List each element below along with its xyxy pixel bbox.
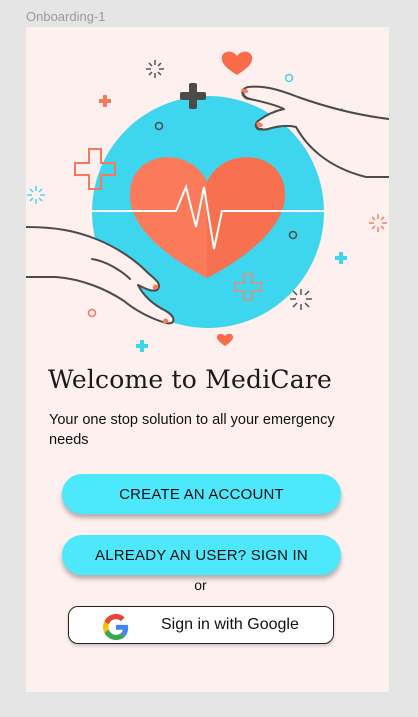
google-icon <box>103 614 129 640</box>
create-account-button[interactable]: CREATE AN ACCOUNT <box>62 474 341 514</box>
google-sign-in-button[interactable]: Sign in with Google <box>68 606 334 644</box>
burst-dark-bottom-icon <box>290 289 312 310</box>
burst-orange-icon <box>369 214 387 232</box>
hero-illustration <box>26 51 389 352</box>
onboarding-screen: Welcome to MediCare Your one stop soluti… <box>26 27 389 692</box>
google-sign-in-label: Sign in with Google <box>161 616 299 633</box>
welcome-subtitle: Your one stop solution to all your emerg… <box>49 412 335 448</box>
small-heart-bottom-icon <box>216 333 234 346</box>
burst-cyan-icon <box>27 186 45 204</box>
small-heart-icon <box>221 51 253 75</box>
or-divider-text: or <box>194 577 207 593</box>
plus-orange-icon <box>99 95 111 107</box>
sign-in-button[interactable]: ALREADY AN USER? SIGN IN <box>62 535 341 575</box>
burst-dark-icon <box>146 60 164 78</box>
welcome-title: Welcome to MediCare <box>48 365 332 394</box>
frame-label: Onboarding-1 <box>26 9 106 24</box>
